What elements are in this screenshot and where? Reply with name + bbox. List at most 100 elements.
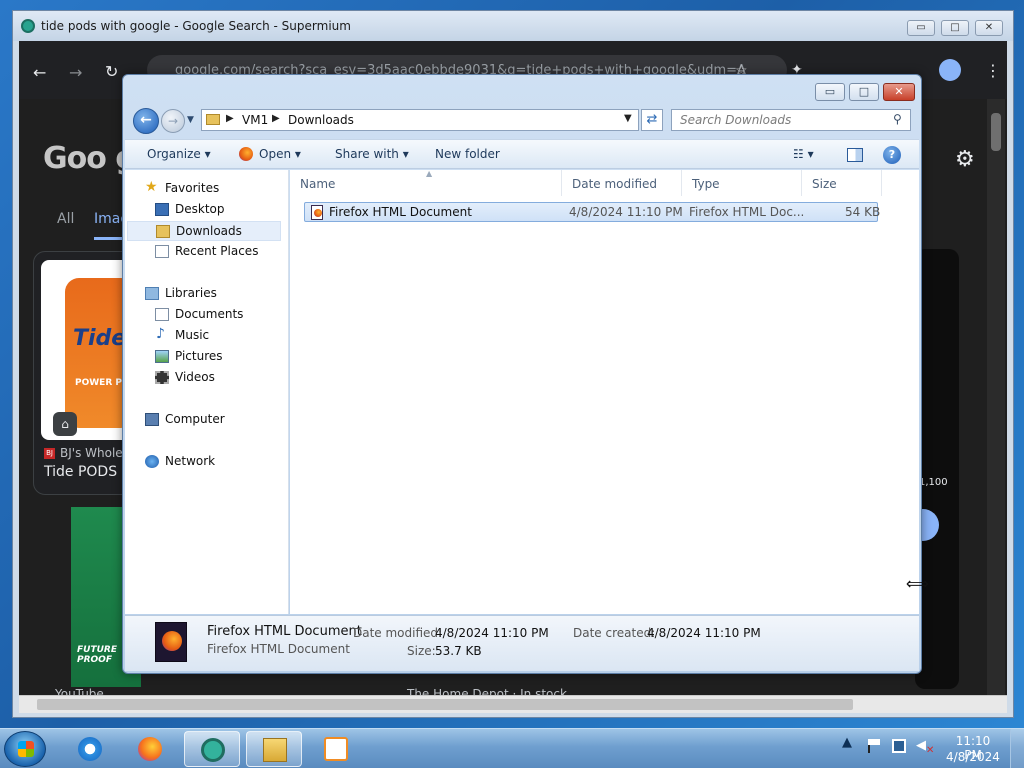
nav-downloads[interactable]: Downloads (127, 221, 281, 241)
browser-menu-icon[interactable]: ⋮ (985, 61, 1001, 80)
network-icon (145, 455, 159, 468)
column-header-type[interactable]: Type (682, 170, 802, 196)
explorer-close-button[interactable]: ✕ (883, 83, 915, 101)
bottom-link-youtube[interactable]: YouTube (55, 687, 104, 695)
share-with-button[interactable]: Share with ▾ (335, 147, 409, 161)
nav-computer[interactable]: Computer (125, 410, 289, 430)
forward-button[interactable]: → (161, 109, 185, 133)
reload-icon[interactable]: ↻ (105, 62, 118, 81)
taskbar-media-player[interactable] (308, 731, 364, 767)
nav-desktop[interactable]: Desktop (125, 200, 289, 220)
desktop-icon (155, 203, 169, 216)
details-size-value: 53.7 KB (435, 644, 482, 658)
nav-pictures[interactable]: Pictures (125, 347, 289, 367)
nav-label: Pictures (175, 349, 223, 363)
taskbar-file-explorer[interactable] (246, 731, 302, 767)
settings-gear-icon[interactable]: ⚙ (955, 147, 975, 172)
firefox-icon (239, 147, 253, 161)
browser-close-button[interactable]: ✕ (975, 20, 1003, 36)
volume-icon[interactable]: ◀ (916, 738, 926, 753)
address-dropdown-icon[interactable]: ▼ (624, 113, 632, 124)
column-header-name[interactable]: Name ▲ (290, 169, 562, 196)
firefox-icon (162, 631, 182, 651)
column-header-date-modified[interactable]: Date modified (562, 170, 682, 196)
details-date-created-value: 4/8/2024 11:10 PM (647, 626, 761, 640)
browser-maximize-button[interactable]: □ (941, 20, 969, 36)
nav-documents[interactable]: Documents (125, 305, 289, 325)
horizontal-scrollbar[interactable] (19, 695, 1007, 713)
tab-all[interactable]: All (57, 211, 74, 227)
address-bar[interactable]: ▶ VM1 ▶ Downloads ▼ (201, 109, 639, 131)
file-date-modified: 4/8/2024 11:10 PM (569, 205, 683, 219)
refresh-icon[interactable]: ⇄ (641, 109, 663, 131)
explorer-window[interactable]: ▭ □ ✕ ← → ▼ ▶ VM1 ▶ Downloads ▼ ⇄ Search… (122, 74, 922, 674)
taskbar-firefox[interactable] (122, 731, 178, 767)
details-date-modified-label: Date modified: (353, 626, 443, 640)
nav-favorites[interactable]: ★ Favorites (125, 179, 289, 199)
back-arrow-icon[interactable]: ← (33, 63, 46, 82)
bottom-link-home-depot[interactable]: The Home Depot · In stock (407, 687, 567, 695)
breadcrumb-downloads[interactable]: Downloads (288, 113, 354, 127)
star-icon: ★ (145, 179, 158, 195)
breadcrumb-chevron-icon[interactable]: ▶ (272, 113, 280, 124)
taskbar-supermium[interactable] (184, 731, 240, 767)
profile-avatar-icon[interactable] (939, 59, 961, 81)
open-button[interactable]: Open ▾ (259, 147, 301, 161)
nav-network[interactable]: Network (125, 452, 289, 472)
column-header-label: Name (300, 177, 336, 191)
show-hidden-icons-arrow-icon[interactable]: ▲ (842, 735, 852, 750)
page-scrollbar[interactable] (987, 99, 1005, 695)
organize-button[interactable]: Organize ▾ (147, 147, 211, 161)
media-player-icon (324, 737, 348, 761)
horizontal-scrollbar-thumb[interactable] (37, 699, 853, 710)
search-icon[interactable]: ⚲ (893, 112, 902, 126)
preview-pane-icon[interactable] (847, 148, 863, 162)
browser-titlebar[interactable]: tide pods with google - Google Search - … (13, 11, 1013, 41)
details-pane: Firefox HTML Document Firefox HTML Docum… (125, 615, 919, 671)
action-center-flag-icon[interactable] (868, 739, 880, 753)
videos-icon (155, 371, 169, 384)
explorer-maximize-button[interactable]: □ (849, 83, 879, 101)
product-brand-text: Tide (73, 326, 127, 351)
nav-label: Recent Places (175, 244, 259, 258)
source-favicon-icon: BJ (44, 448, 55, 459)
recent-places-icon (155, 245, 169, 258)
forward-arrow-icon[interactable]: → (69, 63, 82, 82)
firefox-icon (314, 209, 322, 217)
computer-icon (145, 413, 159, 426)
firefox-icon (138, 737, 162, 761)
command-bar: Organize ▾ Open ▾ Share with ▾ New folde… (125, 139, 919, 169)
nav-recent-places[interactable]: Recent Places (125, 242, 289, 262)
show-desktop-button[interactable] (1010, 729, 1024, 768)
browser-minimize-button[interactable]: ▭ (907, 20, 935, 36)
nav-label: Documents (175, 307, 244, 321)
firefox-html-file-icon (311, 205, 323, 220)
explorer-minimize-button[interactable]: ▭ (815, 83, 845, 101)
resize-cursor-icon: ⟺ (906, 574, 929, 593)
taskbar: ▲ ◀ ✕ 11:10 PM 4/8/2024 (0, 728, 1024, 768)
clock-date[interactable]: 4/8/2024 (946, 750, 1000, 764)
file-row-firefox-html-document[interactable]: Firefox HTML Document 4/8/2024 11:10 PM … (304, 202, 880, 222)
nav-music[interactable]: ♪ Music (125, 326, 289, 346)
nav-videos[interactable]: Videos (125, 368, 289, 388)
page-scrollbar-thumb[interactable] (991, 113, 1001, 151)
windows-start-icon[interactable] (4, 731, 46, 767)
breadcrumb-vm1[interactable]: VM1 (242, 113, 268, 127)
column-header-size[interactable]: Size (802, 170, 882, 196)
supermium-favicon-icon (21, 19, 35, 33)
file-list: Name ▲ Date modified Type Size Firefox H… (290, 169, 919, 614)
search-input[interactable]: Search Downloads (671, 109, 911, 131)
taskbar-internet-explorer[interactable] (62, 731, 118, 767)
back-button[interactable]: ← (133, 108, 159, 134)
help-icon[interactable]: ? (883, 146, 901, 164)
recent-locations-chevron-icon[interactable]: ▼ (187, 115, 194, 125)
nav-label: Favorites (165, 181, 220, 195)
breadcrumb-chevron-icon[interactable]: ▶ (226, 113, 234, 124)
file-explorer-icon (263, 738, 287, 762)
nav-libraries[interactable]: Libraries (125, 284, 289, 304)
nav-label: Music (175, 328, 210, 342)
change-view-button[interactable]: ☷ ▾ (793, 147, 814, 161)
network-status-icon[interactable] (892, 739, 906, 753)
result-title[interactable]: Tide PODS H (44, 464, 132, 480)
new-folder-button[interactable]: New folder (435, 147, 500, 161)
